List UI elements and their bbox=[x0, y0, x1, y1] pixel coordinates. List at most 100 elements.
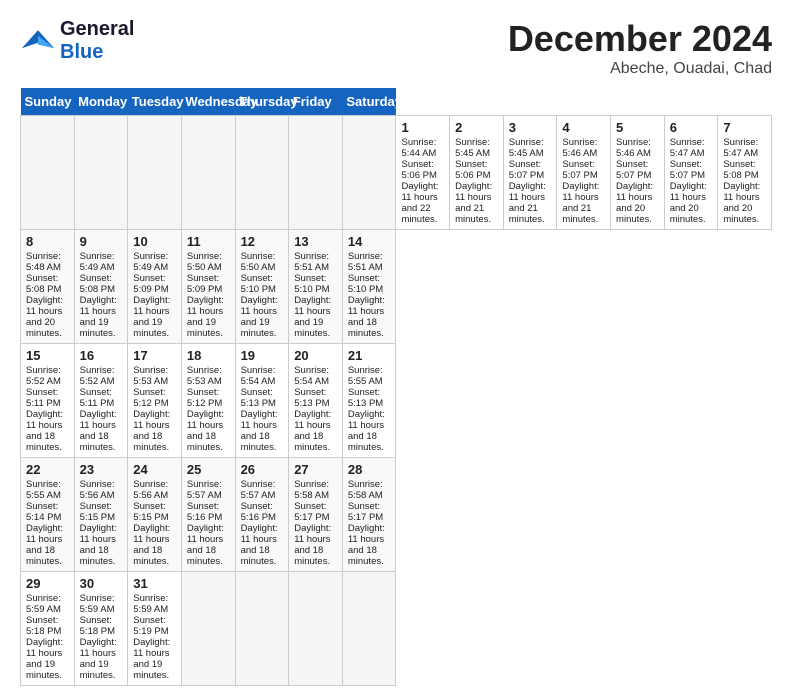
day-info: Sunset: 5:12 PM bbox=[187, 387, 230, 409]
day-info: Sunrise: 5:56 AM bbox=[133, 479, 176, 501]
day-number: 16 bbox=[80, 348, 123, 363]
calendar-cell: 24Sunrise: 5:56 AMSunset: 5:15 PMDayligh… bbox=[128, 458, 182, 572]
day-number: 18 bbox=[187, 348, 230, 363]
calendar-cell: 10Sunrise: 5:49 AMSunset: 5:09 PMDayligh… bbox=[128, 230, 182, 344]
calendar-cell bbox=[181, 116, 235, 230]
day-info: and 21 minutes. bbox=[455, 203, 498, 225]
logo-text: General Blue bbox=[60, 18, 134, 64]
day-info: Sunset: 5:06 PM bbox=[455, 159, 498, 181]
day-info: Daylight: 11 hours bbox=[187, 409, 230, 431]
day-info: Sunrise: 5:55 AM bbox=[26, 479, 69, 501]
day-info: Sunset: 5:13 PM bbox=[294, 387, 337, 409]
day-info: Daylight: 11 hours bbox=[133, 409, 176, 431]
day-number: 14 bbox=[348, 234, 391, 249]
day-info: and 18 minutes. bbox=[133, 431, 176, 453]
day-info: Sunset: 5:08 PM bbox=[80, 273, 123, 295]
header-row: SundayMondayTuesdayWednesdayThursdayFrid… bbox=[21, 88, 772, 116]
day-info: Sunrise: 5:58 AM bbox=[348, 479, 391, 501]
calendar-cell: 5Sunrise: 5:46 AMSunset: 5:07 PMDaylight… bbox=[611, 116, 665, 230]
day-info: Daylight: 11 hours bbox=[80, 523, 123, 545]
day-info: Sunrise: 5:45 AM bbox=[455, 137, 498, 159]
day-info: and 20 minutes. bbox=[616, 203, 659, 225]
day-info: Sunrise: 5:45 AM bbox=[509, 137, 552, 159]
day-info: Sunset: 5:17 PM bbox=[348, 501, 391, 523]
calendar-cell: 25Sunrise: 5:57 AMSunset: 5:16 PMDayligh… bbox=[181, 458, 235, 572]
week-row-4: 22Sunrise: 5:55 AMSunset: 5:14 PMDayligh… bbox=[21, 458, 772, 572]
day-info: Sunset: 5:10 PM bbox=[294, 273, 337, 295]
day-info: Sunrise: 5:53 AM bbox=[187, 365, 230, 387]
day-number: 29 bbox=[26, 576, 69, 591]
calendar-cell: 15Sunrise: 5:52 AMSunset: 5:11 PMDayligh… bbox=[21, 344, 75, 458]
day-number: 27 bbox=[294, 462, 337, 477]
month-title: December 2024 bbox=[508, 18, 772, 60]
day-number: 30 bbox=[80, 576, 123, 591]
calendar-cell: 18 Sunrise: 5:53 AMSunset: 5:12 PMDayligh… bbox=[181, 344, 235, 458]
day-info: Daylight: 11 hours bbox=[80, 637, 123, 659]
day-number: 9 bbox=[80, 234, 123, 249]
day-info: Sunset: 5:07 PM bbox=[562, 159, 605, 181]
day-number: 28 bbox=[348, 462, 391, 477]
day-info: Sunset: 5:16 PM bbox=[187, 501, 230, 523]
day-info: and 19 minutes. bbox=[133, 317, 176, 339]
calendar-cell: 9Sunrise: 5:49 AMSunset: 5:08 PMDaylight… bbox=[74, 230, 128, 344]
day-info: Sunrise: 5:52 AM bbox=[80, 365, 123, 387]
day-info: Daylight: 11 hours bbox=[723, 181, 766, 203]
day-info: Sunrise: 5:54 AM bbox=[241, 365, 284, 387]
day-info: Daylight: 11 hours bbox=[187, 295, 230, 317]
day-info: and 21 minutes. bbox=[562, 203, 605, 225]
day-info: and 20 minutes. bbox=[670, 203, 713, 225]
calendar-cell: 31Sunrise: 5:59 AMSunset: 5:19 PMDayligh… bbox=[128, 572, 182, 686]
day-number: 15 bbox=[26, 348, 69, 363]
calendar-cell: 27Sunrise: 5:58 AMSunset: 5:17 PMDayligh… bbox=[289, 458, 343, 572]
calendar-cell bbox=[74, 116, 128, 230]
day-info: Sunrise: 5:51 AM bbox=[294, 251, 337, 273]
day-info: and 18 minutes. bbox=[26, 545, 69, 567]
calendar-cell: 7Sunrise: 5:47 AMSunset: 5:08 PMDaylight… bbox=[718, 116, 772, 230]
calendar-cell: 22Sunrise: 5:55 AMSunset: 5:14 PMDayligh… bbox=[21, 458, 75, 572]
day-info: Sunrise: 5:57 AM bbox=[187, 479, 230, 501]
day-info: Sunrise: 5:47 AM bbox=[670, 137, 713, 159]
calendar-cell bbox=[342, 116, 396, 230]
col-header-sunday: Sunday bbox=[21, 88, 75, 116]
day-info: Daylight: 11 hours bbox=[241, 409, 284, 431]
day-info: Sunset: 5:09 PM bbox=[133, 273, 176, 295]
day-info: Sunset: 5:09 PM bbox=[187, 273, 230, 295]
day-info: Daylight: 11 hours bbox=[26, 409, 69, 431]
day-info: Sunrise: 5:58 AM bbox=[294, 479, 337, 501]
day-info: Daylight: 11 hours bbox=[241, 295, 284, 317]
day-info: and 18 minutes. bbox=[241, 431, 284, 453]
week-row-2: 8Sunrise: 5:48 AMSunset: 5:08 PMDaylight… bbox=[21, 230, 772, 344]
day-number: 7 bbox=[723, 120, 766, 135]
calendar-cell: 1Sunrise: 5:44 AMSunset: 5:06 PMDaylight… bbox=[396, 116, 450, 230]
day-info: Daylight: 11 hours bbox=[401, 181, 444, 203]
calendar-cell bbox=[289, 572, 343, 686]
day-info: Sunrise: 5:52 AM bbox=[26, 365, 69, 387]
day-info: Sunrise: 5:49 AM bbox=[80, 251, 123, 273]
day-info: Sunset: 5:08 PM bbox=[26, 273, 69, 295]
day-info: Daylight: 11 hours bbox=[241, 523, 284, 545]
day-info: Sunrise: 5:53 AM bbox=[133, 365, 176, 387]
day-info: Daylight: 11 hours bbox=[26, 523, 69, 545]
day-info: Daylight: 11 hours bbox=[133, 637, 176, 659]
day-info: and 18 minutes. bbox=[80, 545, 123, 567]
title-block: December 2024 Abeche, Ouadai, Chad bbox=[508, 18, 772, 78]
day-info: Daylight: 11 hours bbox=[616, 181, 659, 203]
calendar-cell: 17Sunrise: 5:53 AMSunset: 5:12 PMDayligh… bbox=[128, 344, 182, 458]
day-info: Daylight: 11 hours bbox=[80, 409, 123, 431]
day-info: Sunrise: 5:51 AM bbox=[348, 251, 391, 273]
day-info: Sunset: 5:18 PM bbox=[80, 615, 123, 637]
day-info: and 21 minutes. bbox=[509, 203, 552, 225]
day-info: Sunrise: 5:50 AM bbox=[187, 251, 230, 273]
day-info: Sunrise: 5:50 AM bbox=[241, 251, 284, 273]
calendar-table: SundayMondayTuesdayWednesdayThursdayFrid… bbox=[20, 88, 772, 686]
col-header-monday: Monday bbox=[74, 88, 128, 116]
day-number: 19 bbox=[241, 348, 284, 363]
col-header-wednesday: Wednesday bbox=[181, 88, 235, 116]
calendar-cell: 30Sunrise: 5:59 AMSunset: 5:18 PMDayligh… bbox=[74, 572, 128, 686]
day-info: Sunset: 5:13 PM bbox=[348, 387, 391, 409]
calendar-cell: 29Sunrise: 5:59 AMSunset: 5:18 PMDayligh… bbox=[21, 572, 75, 686]
day-info: and 18 minutes. bbox=[80, 431, 123, 453]
header: General Blue December 2024 Abeche, Ouada… bbox=[20, 18, 772, 78]
week-row-3: 15Sunrise: 5:52 AMSunset: 5:11 PMDayligh… bbox=[21, 344, 772, 458]
day-number: 26 bbox=[241, 462, 284, 477]
